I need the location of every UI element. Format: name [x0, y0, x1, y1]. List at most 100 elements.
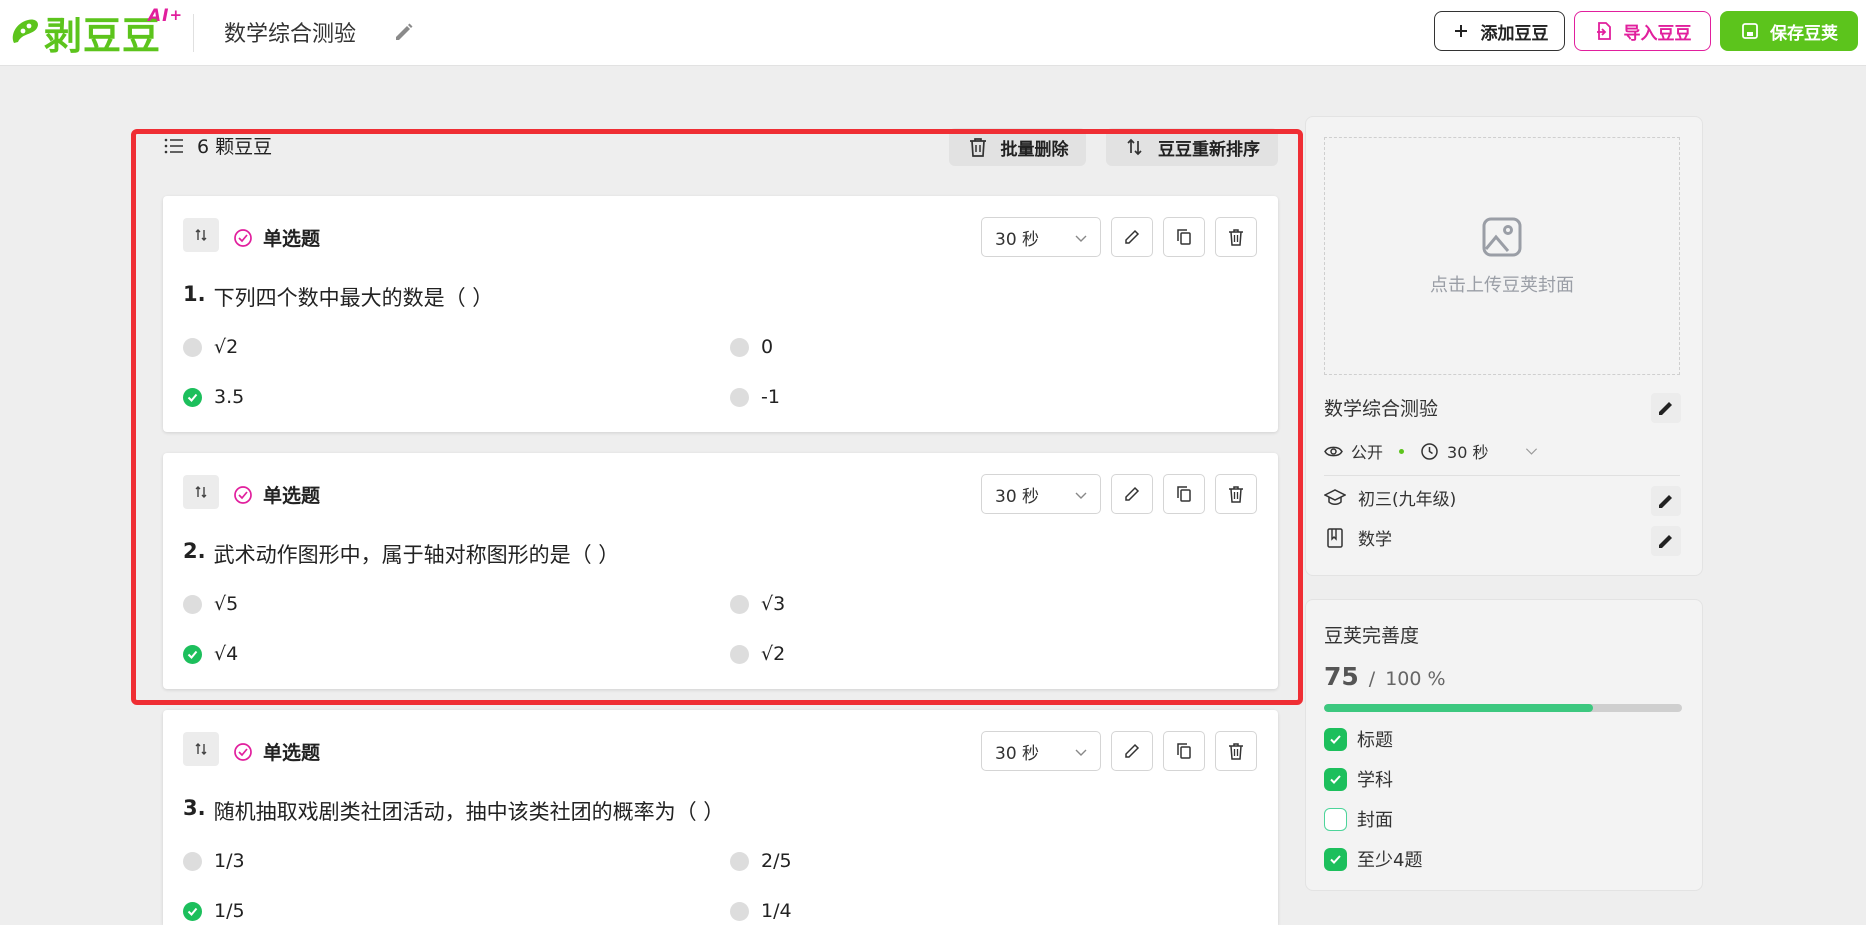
radio-icon — [730, 901, 749, 921]
checkbox-checked-icon — [1324, 767, 1347, 791]
drag-handle[interactable] — [183, 218, 219, 252]
option-text: √4 — [214, 643, 239, 665]
time-limit-select[interactable]: 30 秒 — [981, 474, 1101, 514]
import-bean-button[interactable]: 导入豆豆 — [1574, 11, 1711, 51]
edit-question-button[interactable] — [1111, 731, 1153, 771]
option-text: 1/3 — [214, 850, 245, 872]
answer-option[interactable]: 0 — [730, 336, 773, 358]
delete-question-button[interactable] — [1215, 474, 1257, 514]
answer-option[interactable]: 1/5 — [183, 900, 245, 922]
radio-icon — [183, 851, 202, 871]
default-time-value[interactable]: 30 秒 — [1447, 439, 1488, 463]
question-number: 1. — [183, 282, 206, 306]
correct-check-icon — [183, 387, 202, 407]
checkbox-empty-icon — [1324, 807, 1347, 831]
visibility-label[interactable]: 公开 — [1351, 439, 1383, 463]
sort-icon — [195, 486, 207, 498]
duplicate-question-button[interactable] — [1163, 217, 1205, 257]
chevron-down-icon — [1075, 492, 1087, 499]
answer-option[interactable]: 1/4 — [730, 900, 792, 922]
sort-icon — [195, 743, 207, 755]
header-divider — [193, 14, 194, 52]
import-bean-label: 导入豆豆 — [1623, 23, 1692, 44]
bean-icon — [12, 19, 38, 43]
check-label: 学科 — [1357, 770, 1393, 791]
question-type-label: 单选题 — [263, 742, 321, 764]
list-icon — [164, 138, 183, 153]
option-text: √2 — [214, 336, 239, 358]
trash-icon — [1229, 486, 1243, 503]
answer-option[interactable]: -1 — [730, 386, 780, 408]
cover-upload-area[interactable]: 点击上传豆荚封面 — [1324, 137, 1680, 375]
sort-icon — [195, 229, 207, 241]
duplicate-question-button[interactable] — [1163, 474, 1205, 514]
answer-option[interactable]: 1/3 — [183, 850, 245, 872]
question-type-label: 单选题 — [263, 485, 321, 507]
answer-option[interactable]: √2 — [730, 643, 785, 665]
edit-question-button[interactable] — [1111, 474, 1153, 514]
checkbox-checked-icon — [1324, 847, 1347, 871]
check-item-title: 标题 — [1324, 726, 1393, 752]
edit-title-icon[interactable] — [392, 20, 416, 44]
image-icon — [1482, 217, 1522, 257]
option-text: √2 — [761, 643, 786, 665]
completeness-total: 100 % — [1385, 668, 1446, 690]
question-type: 单选题 — [233, 481, 320, 508]
completeness-separator: / — [1368, 668, 1376, 690]
edit-subject-button[interactable] — [1651, 526, 1681, 556]
progress-fill — [1324, 704, 1593, 712]
edit-grade-button[interactable] — [1651, 486, 1681, 516]
check-item-cover: 封面 — [1324, 806, 1393, 832]
top-bar: 剥豆豆 AI+ 数学综合测验 添加豆豆 导入豆豆 保存豆荚 — [0, 0, 1866, 66]
option-text: -1 — [761, 386, 780, 408]
question-type: 单选题 — [233, 224, 320, 251]
time-limit-select[interactable]: 30 秒 — [981, 217, 1101, 257]
drag-handle[interactable] — [183, 475, 219, 509]
app-logo[interactable]: 剥豆豆 AI+ — [8, 6, 182, 58]
completeness-title: 豆荚完善度 — [1324, 625, 1420, 647]
batch-delete-button[interactable]: 批量删除 — [949, 128, 1086, 166]
check-label: 至少4题 — [1357, 850, 1423, 871]
answer-option[interactable]: 2/5 — [730, 850, 792, 872]
add-bean-button[interactable]: 添加豆豆 — [1434, 11, 1565, 51]
answer-option[interactable]: √2 — [183, 336, 238, 358]
option-text: 2/5 — [761, 850, 792, 872]
batch-delete-label: 批量删除 — [1000, 139, 1069, 160]
radio-icon — [730, 644, 749, 664]
question-number: 2. — [183, 539, 206, 563]
duplicate-question-button[interactable] — [1163, 731, 1205, 771]
add-bean-label: 添加豆豆 — [1480, 23, 1549, 44]
delete-question-button[interactable] — [1215, 217, 1257, 257]
answer-option[interactable]: √4 — [183, 643, 238, 665]
save-pod-button[interactable]: 保存豆荚 — [1720, 11, 1858, 51]
check-circle-icon — [234, 228, 252, 247]
question-text: 2. 武术动作图形中，属于轴对称图形的是（ ） — [183, 539, 619, 569]
trash-icon — [1229, 229, 1243, 246]
answer-option[interactable]: √3 — [730, 593, 785, 615]
drag-handle[interactable] — [183, 732, 219, 766]
edit-pod-title-button[interactable] — [1651, 393, 1681, 423]
grade-row: 初三(九年级) — [1324, 485, 1456, 510]
completeness-score: 75 — [1324, 662, 1359, 691]
question-text: 1. 下列四个数中最大的数是（ ） — [183, 282, 493, 312]
clock-icon — [1421, 442, 1438, 460]
chevron-down-icon — [1075, 749, 1087, 756]
answer-option[interactable]: 3.5 — [183, 386, 244, 408]
logo-text: 剥豆豆 — [44, 13, 162, 58]
check-circle-icon — [234, 485, 252, 504]
delete-question-button[interactable] — [1215, 731, 1257, 771]
import-file-icon — [1596, 22, 1611, 40]
answer-option[interactable]: √5 — [183, 593, 238, 615]
visibility-time-row: 公开 30 秒 — [1324, 439, 1539, 463]
edit-question-button[interactable] — [1111, 217, 1153, 257]
time-limit-select[interactable]: 30 秒 — [981, 731, 1101, 771]
chevron-down-icon[interactable] — [1524, 444, 1539, 459]
copy-icon — [1177, 743, 1191, 759]
reorder-button[interactable]: 豆豆重新排序 — [1106, 128, 1278, 166]
radio-icon — [183, 337, 202, 357]
logo-badge-plus: + — [169, 6, 184, 24]
completeness-panel: 豆荚完善度 75 / 100 % 标题 学科 封面 至少4题 — [1305, 599, 1703, 891]
correct-check-icon — [183, 901, 202, 921]
pod-info-panel: 点击上传豆荚封面 数学综合测验 公开 30 秒 初三(九年级) 数学 — [1305, 116, 1703, 576]
check-label: 封面 — [1357, 810, 1393, 831]
